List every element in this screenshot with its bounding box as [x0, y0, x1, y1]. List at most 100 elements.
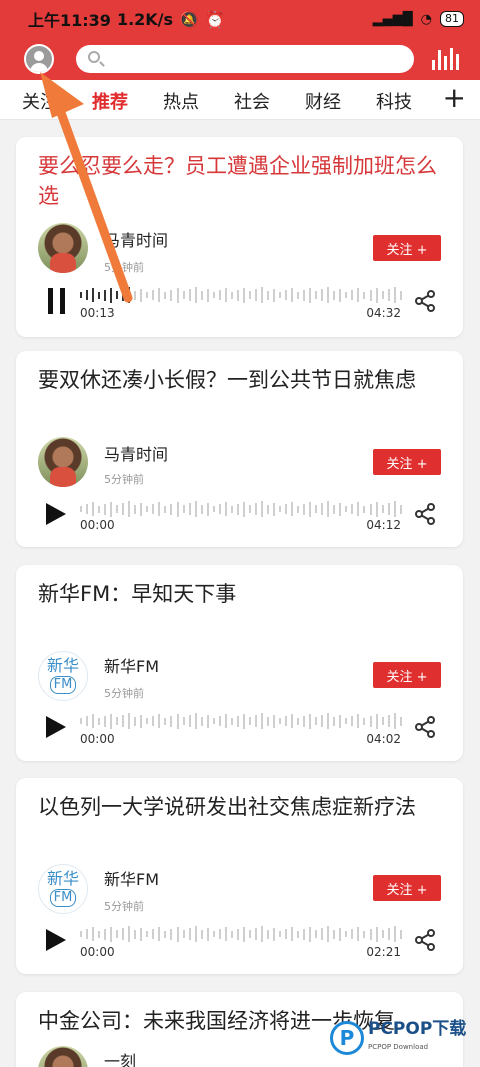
pause-icon[interactable]: [46, 288, 68, 314]
audio-progress-bar[interactable]: [80, 713, 402, 729]
tab-follow[interactable]: 关注: [22, 88, 58, 114]
wave-bar: [212, 292, 215, 298]
author-name[interactable]: 马青时间: [104, 227, 168, 251]
wave-bar: [152, 716, 155, 726]
wave-bar: [158, 927, 161, 941]
wave-bar: [128, 713, 131, 729]
audio-bars-icon[interactable]: [432, 48, 459, 70]
audio-progress-bar[interactable]: [80, 287, 402, 303]
wave-bar: [254, 503, 257, 515]
wave-bar: [134, 290, 137, 300]
post-time: 5分钟前: [104, 261, 144, 274]
share-icon[interactable]: [415, 290, 435, 312]
author-avatar[interactable]: [38, 1046, 88, 1067]
tab-society[interactable]: 社会: [234, 88, 270, 114]
wave-bar: [327, 287, 330, 303]
wave-bar: [399, 290, 402, 300]
author-name[interactable]: 一刻: [104, 1048, 136, 1067]
audio-card[interactable]: 以色列一大学说研发出社交焦虑症新疗法 新华 FM 新华FM 5分钟前 关注 + …: [16, 778, 463, 974]
add-tab-button[interactable]: +: [443, 84, 466, 112]
wave-bar: [297, 505, 300, 513]
wave-bar: [260, 713, 263, 729]
share-icon[interactable]: [415, 929, 435, 951]
follow-button[interactable]: 关注 +: [373, 235, 441, 261]
card-title[interactable]: 新华FM：早知天下事: [38, 579, 448, 609]
wave-bar: [146, 506, 149, 512]
wave-bar: [285, 504, 288, 514]
wave-bar: [176, 926, 179, 942]
wave-bar: [86, 929, 89, 939]
wave-bar: [140, 714, 143, 728]
play-icon[interactable]: [46, 929, 66, 951]
card-title[interactable]: 要么忍要么走？员工遭遇企业强制加班怎么选: [38, 151, 448, 211]
author-logo[interactable]: 新华 FM: [38, 864, 88, 914]
wave-bar: [182, 291, 185, 299]
top-header: [0, 38, 480, 80]
wave-bar: [266, 290, 269, 300]
author-name[interactable]: 新华FM: [104, 653, 159, 677]
wave-bar: [134, 716, 137, 726]
wave-bar: [285, 290, 288, 300]
wave-bar: [303, 503, 306, 515]
wave-bar: [80, 506, 82, 512]
wave-bar: [92, 714, 95, 728]
wave-bar: [182, 717, 185, 725]
post-time: 5分钟前: [104, 900, 144, 913]
wave-bar: [393, 287, 396, 303]
wave-bar: [164, 930, 167, 938]
audio-progress-bar[interactable]: [80, 926, 402, 942]
wave-bar: [315, 930, 318, 938]
status-bar: 上午11:39 1.2K/s 🔕 ⏰ ▂▄▆█ ◔ 81: [0, 0, 480, 38]
author-logo[interactable]: 新华 FM: [38, 651, 88, 701]
audio-progress-bar[interactable]: [80, 501, 402, 517]
search-input[interactable]: [76, 45, 414, 73]
wave-bar: [309, 501, 312, 517]
share-icon[interactable]: [415, 503, 435, 525]
wave-bar: [291, 714, 294, 728]
wave-bar: [399, 929, 402, 939]
wave-bar: [200, 504, 203, 514]
tab-finance[interactable]: 财经: [305, 88, 341, 114]
wave-bar: [218, 290, 221, 300]
wave-bar: [200, 929, 203, 939]
play-icon[interactable]: [46, 716, 66, 738]
follow-button[interactable]: 关注 +: [373, 449, 441, 475]
audio-card[interactable]: 新华FM：早知天下事 新华 FM 新华FM 5分钟前 关注 + 00:00 04…: [16, 565, 463, 761]
author-avatar[interactable]: [38, 223, 88, 273]
tab-recommend[interactable]: 推荐: [92, 88, 128, 114]
wave-bar: [224, 288, 227, 302]
post-time: 5分钟前: [104, 473, 144, 486]
wave-bar: [357, 502, 360, 516]
search-icon: [88, 51, 100, 63]
author-avatar[interactable]: [38, 437, 88, 487]
author-name[interactable]: 新华FM: [104, 866, 159, 890]
audio-card[interactable]: 要么忍要么走？员工遭遇企业强制加班怎么选 马青时间 5分钟前 关注 + 00:1…: [16, 137, 463, 337]
user-avatar[interactable]: [24, 44, 54, 74]
wave-bar: [297, 291, 300, 299]
share-icon[interactable]: [415, 716, 435, 738]
card-title[interactable]: 以色列一大学说研发出社交焦虑症新疗法: [38, 792, 448, 822]
wave-bar: [375, 926, 378, 942]
play-icon[interactable]: [46, 503, 66, 525]
card-title[interactable]: 要双休还凑小长假？一到公共节日就焦虑: [38, 365, 448, 395]
wave-bar: [260, 926, 263, 942]
wave-bar: [236, 715, 239, 727]
wave-bar: [218, 716, 221, 726]
tab-tech[interactable]: 科技: [376, 88, 412, 114]
wave-bar: [194, 713, 197, 729]
follow-button[interactable]: 关注 +: [373, 662, 441, 688]
wave-bar: [242, 926, 245, 942]
tab-hot[interactable]: 热点: [163, 88, 199, 114]
follow-button[interactable]: 关注 +: [373, 875, 441, 901]
wave-bar: [309, 287, 312, 303]
wave-bar: [399, 716, 402, 726]
audio-card[interactable]: 要双休还凑小长假？一到公共节日就焦虑 马青时间 5分钟前 关注 + 00:00 …: [16, 351, 463, 547]
duration: 02:21: [366, 945, 401, 959]
wave-bar: [224, 927, 227, 941]
author-name[interactable]: 马青时间: [104, 441, 168, 465]
wave-bar: [248, 505, 251, 513]
wave-bar: [357, 288, 360, 302]
wave-bar: [273, 502, 275, 516]
wave-bar: [315, 717, 318, 725]
wave-bar: [92, 288, 95, 302]
